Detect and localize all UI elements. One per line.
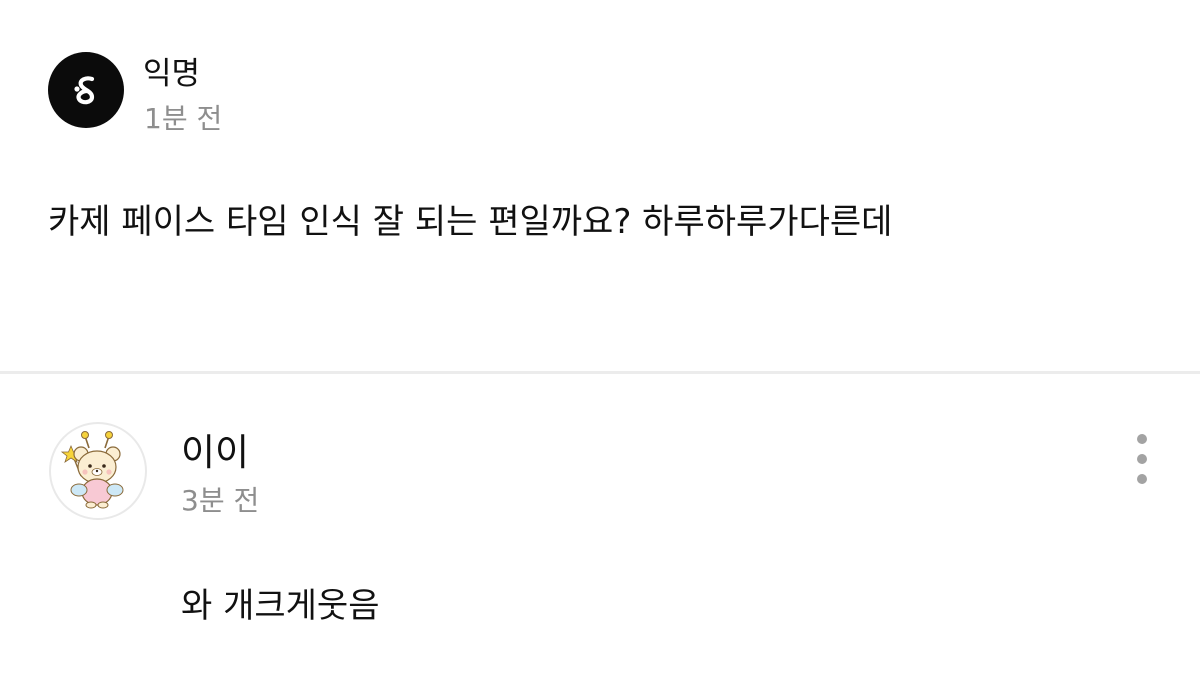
anonymous-logo-icon[interactable] [48, 52, 124, 128]
comment-item: 이이 3분 전 와 개크게웃음 [0, 374, 1200, 674]
more-vertical-icon[interactable] [1124, 434, 1160, 484]
more-dot [1137, 474, 1147, 484]
post-timestamp: 1분 전 [144, 102, 223, 135]
bear-fairy-avatar-icon[interactable] [49, 422, 147, 520]
comment-body-text: 와 개크게웃음 [181, 586, 380, 626]
more-dot [1137, 434, 1147, 444]
bear-fairy-illustration [60, 431, 124, 509]
comment-timestamp: 3분 전 [181, 484, 260, 517]
post-body-text: 카제 페이스 타임 인식 잘 되는 편일까요? 하루하루가다른데 [48, 202, 893, 242]
more-dot [1137, 454, 1147, 464]
anonymous-logo-glyph [74, 76, 95, 105]
post: 익명 1분 전 카제 페이스 타임 인식 잘 되는 편일까요? 하루하루가다른데 [0, 0, 1200, 372]
comment-author-name[interactable]: 이이 [181, 430, 249, 476]
post-author-name[interactable]: 익명 [143, 54, 200, 94]
